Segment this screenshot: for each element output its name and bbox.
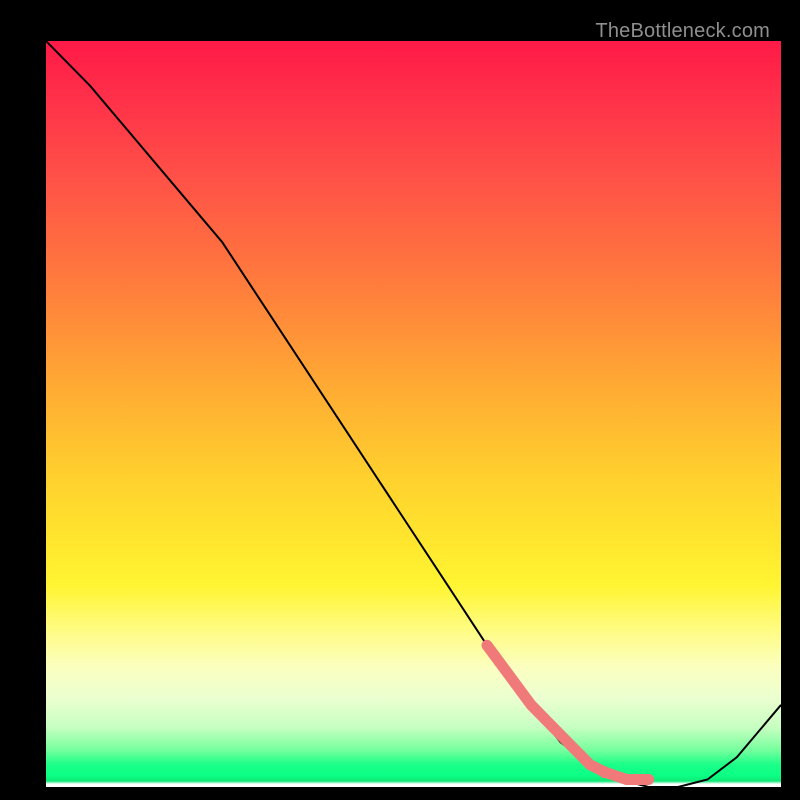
main-curve: [46, 41, 781, 787]
highlight-dot: [645, 776, 653, 784]
highlight-cluster: [487, 645, 653, 784]
highlight-dot: [599, 766, 611, 778]
highlight-stroke: [487, 645, 649, 779]
highlight-dot: [622, 775, 632, 785]
chart-plot-area: [46, 41, 781, 787]
curve-line: [46, 41, 781, 787]
chart-svg: [46, 41, 781, 787]
chart-frame: TheBottleneck.com: [14, 14, 786, 786]
watermark-label: TheBottleneck.com: [595, 20, 770, 43]
